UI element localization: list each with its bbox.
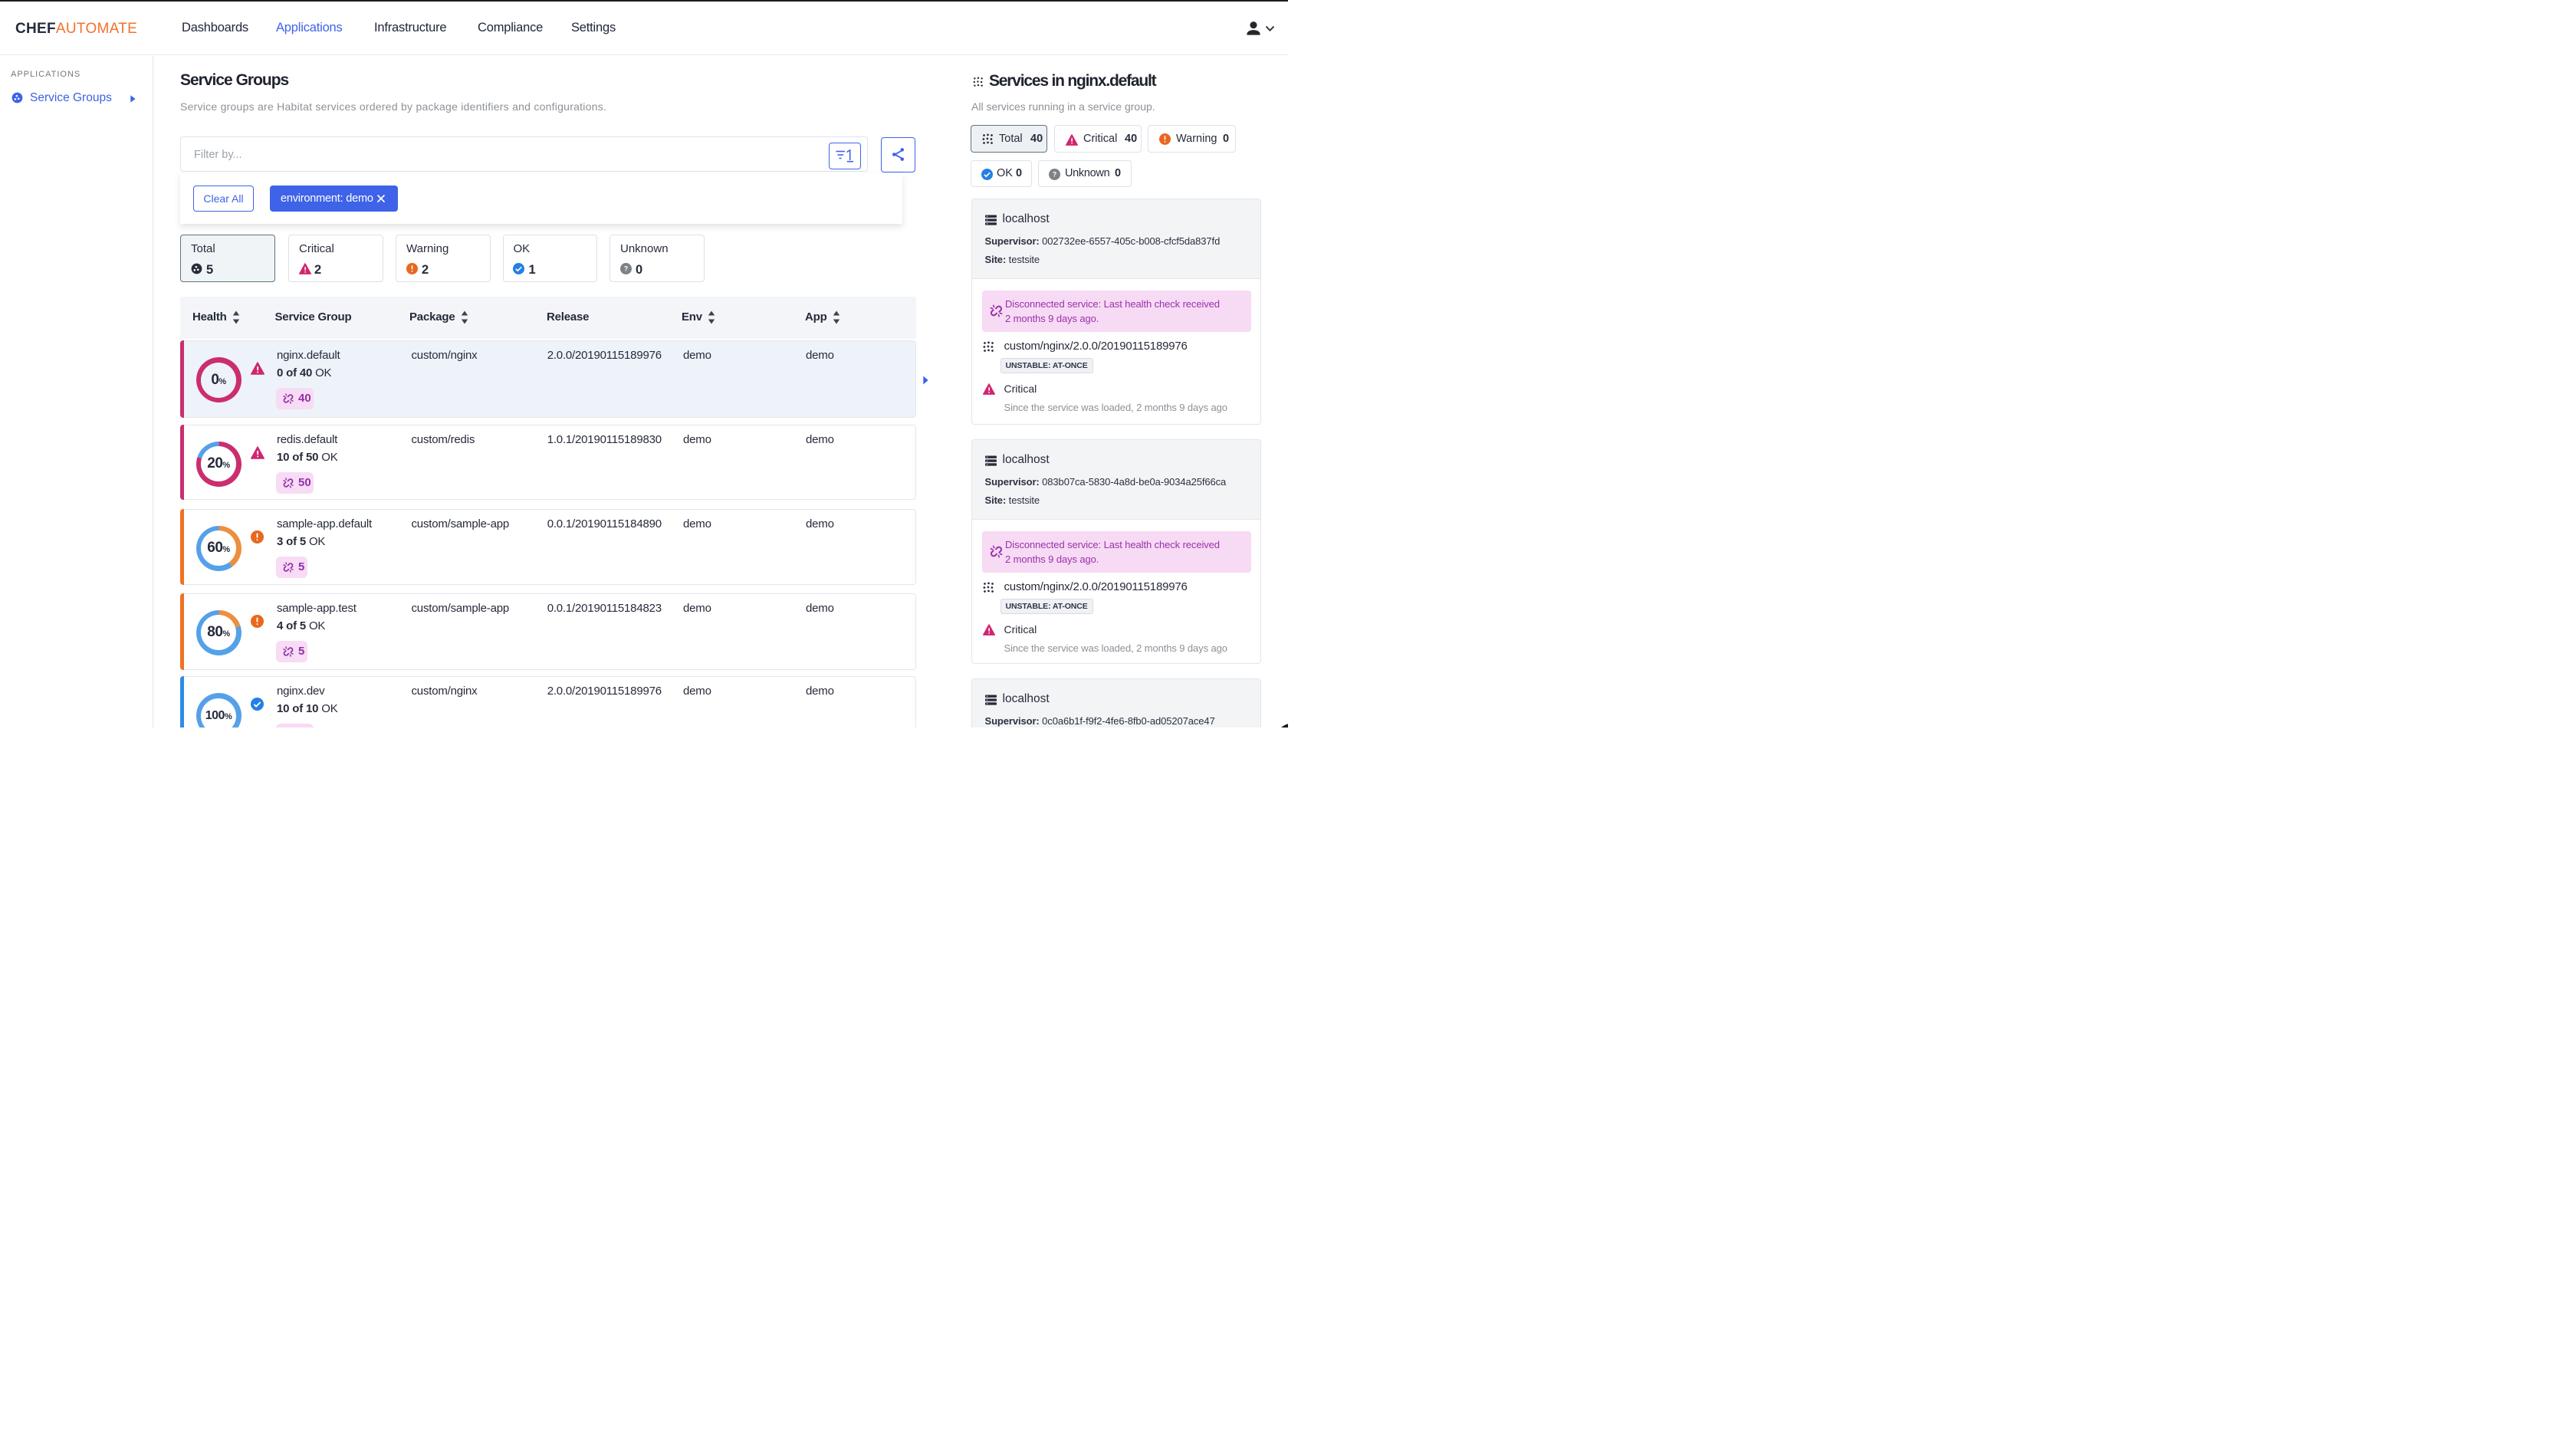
svg-text:?: ? — [1053, 171, 1056, 179]
svg-text:?: ? — [623, 265, 627, 273]
